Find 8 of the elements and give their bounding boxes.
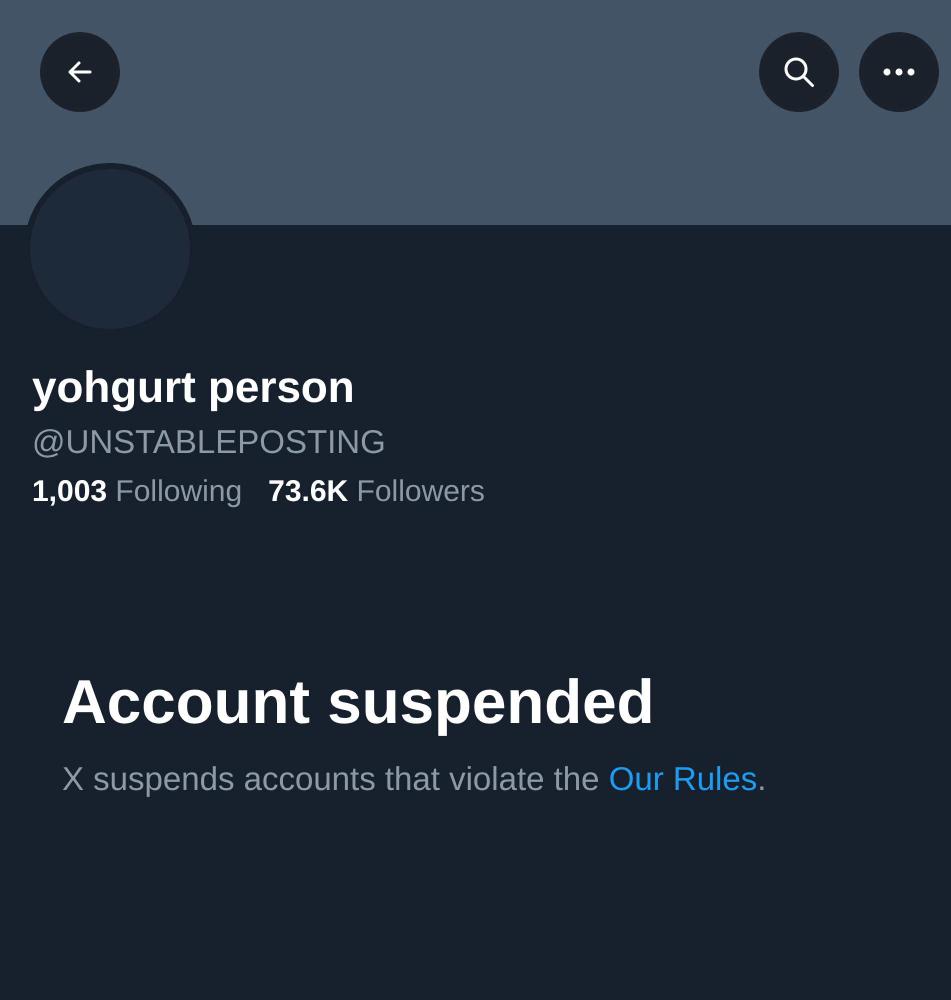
username: @UNSTABLEPOSTING <box>32 423 387 461</box>
display-name: yohgurt person <box>32 363 356 413</box>
rules-link[interactable]: Our Rules <box>608 760 758 797</box>
notice-title: Account suspended <box>62 667 656 738</box>
notice-text: X suspends accounts that violate the Our Rules. <box>62 760 768 798</box>
follow-stat[interactable]: 73.6K Followers <box>268 475 485 509</box>
follow-stat[interactable]: 1,003 Following <box>32 475 242 509</box>
more-icon <box>881 67 917 77</box>
